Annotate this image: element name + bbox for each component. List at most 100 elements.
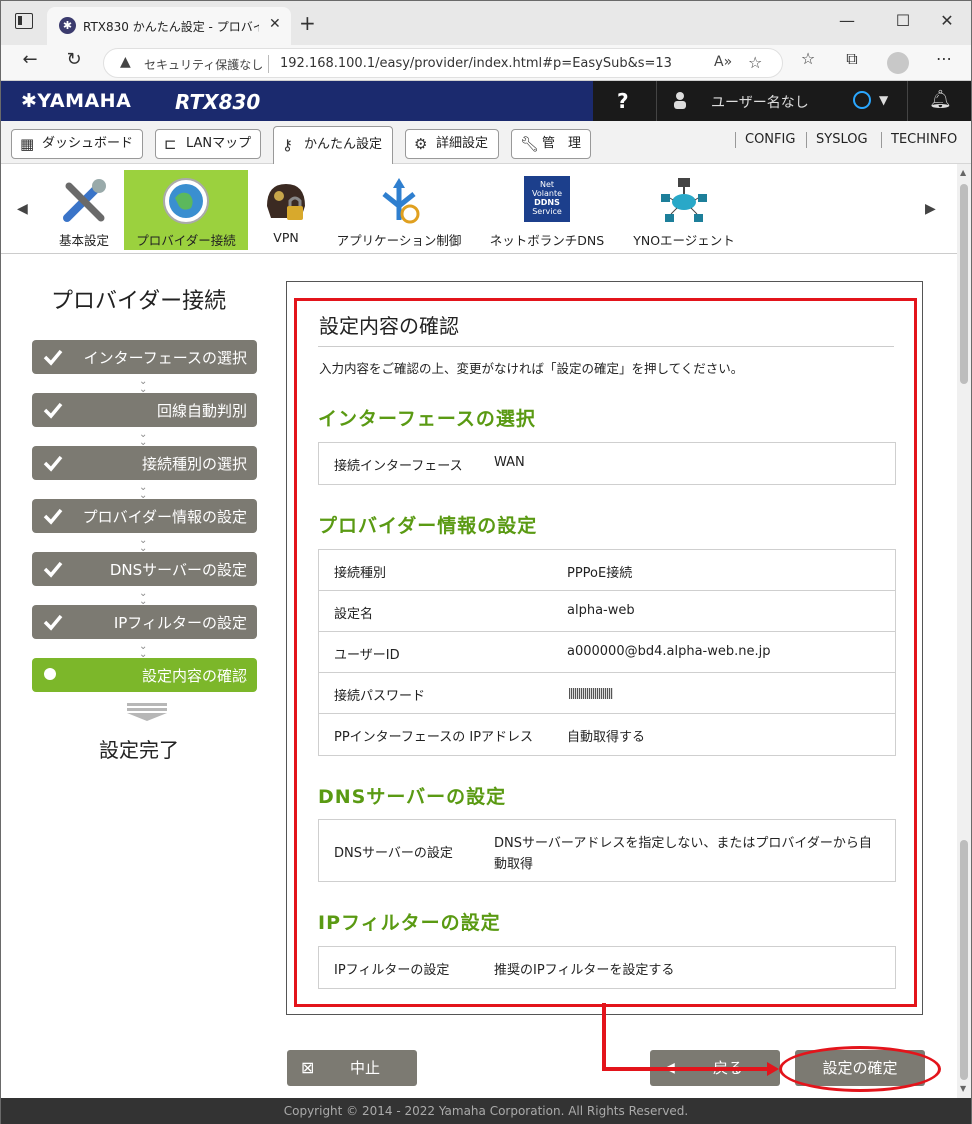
config-link[interactable]: CONFIG bbox=[745, 132, 795, 147]
tab-title: RTX830 かんたん設定 - プロバイダー接 bbox=[83, 20, 259, 34]
scroll-left-icon[interactable]: ◀ bbox=[17, 201, 28, 217]
new-tab-icon[interactable]: + bbox=[299, 11, 316, 35]
table-row: 接続インターフェース WAN bbox=[319, 443, 895, 484]
table-row: 設定名 alpha-web bbox=[319, 591, 895, 632]
annotation-arrow bbox=[602, 1003, 779, 1076]
collections-icon[interactable]: ⧉ bbox=[839, 49, 865, 69]
minimize-icon[interactable]: — bbox=[837, 11, 857, 30]
category-label: VPN bbox=[273, 230, 299, 245]
table-row: 接続種別 PPPoE接続 bbox=[319, 550, 895, 591]
key-wrench-icon: ⚷ bbox=[282, 136, 293, 154]
check-icon bbox=[43, 349, 63, 366]
step-item: IPフィルターの設定 bbox=[32, 605, 257, 639]
steps-title: プロバイダー接続 bbox=[51, 289, 227, 314]
scroll-down-icon[interactable]: ▼ bbox=[960, 1084, 966, 1093]
category-basic-settings[interactable]: 基本設定 bbox=[47, 170, 121, 250]
tab-label: ダッシュボード bbox=[42, 136, 134, 151]
step-label: インターフェースの選択 bbox=[83, 349, 247, 367]
copyright-footer: Copyright © 2014 - 2022 Yamaha Corporati… bbox=[1, 1098, 971, 1124]
profile-avatar[interactable] bbox=[887, 52, 909, 74]
tab-label: かんたん設定 bbox=[304, 137, 383, 152]
setting-value: PPPoE接続 bbox=[567, 566, 633, 581]
syslog-link[interactable]: SYSLOG bbox=[816, 132, 868, 147]
step-label: IPフィルターの設定 bbox=[113, 614, 247, 632]
tab-lan-map[interactable]: ⊏ LANマップ bbox=[155, 129, 261, 159]
user-name[interactable]: ユーザー名なし bbox=[711, 92, 809, 112]
cancel-button[interactable]: ⊠ 中止 bbox=[287, 1050, 417, 1086]
category-application-control[interactable]: アプリケーション制御 bbox=[331, 170, 467, 250]
step-label: DNSサーバーの設定 bbox=[109, 561, 247, 579]
setting-value: alpha-web bbox=[567, 603, 635, 618]
category-netvolante-dns[interactable]: Net Volante DDNS Service ネットボランチDNS bbox=[483, 170, 611, 250]
address-bar[interactable]: ▲ セキュリティ保護なし 192.168.100.1/easy/provider… bbox=[103, 48, 783, 78]
scroll-right-icon[interactable]: ▶ bbox=[925, 201, 936, 217]
setting-value: 動取得 bbox=[494, 857, 534, 872]
url-text: 192.168.100.1/easy/provider/index.html#p… bbox=[280, 56, 672, 71]
help-icon[interactable]: ? bbox=[617, 89, 629, 113]
category-label: アプリケーション制御 bbox=[336, 233, 462, 248]
step-item: インターフェースの選択 bbox=[32, 340, 257, 374]
chevron-down-icon: ⌄ ⌄ bbox=[139, 641, 148, 660]
back-nav-icon[interactable]: ← bbox=[17, 49, 43, 70]
gear-icon: ⚙ bbox=[414, 135, 428, 153]
setting-key: 接続パスワード bbox=[334, 689, 426, 704]
table-row: DNSサーバーの設定 DNSサーバーアドレスを指定しない、またはプロバイダーから… bbox=[319, 820, 895, 881]
link-divider bbox=[881, 132, 882, 148]
setting-key: 設定名 bbox=[334, 607, 374, 622]
step-item-current: 設定内容の確認 bbox=[32, 658, 257, 692]
browser-tab-strip: ✱ RTX830 かんたん設定 - プロバイダー接 ✕ + — ☐ ✕ bbox=[1, 1, 971, 45]
tab-close-icon[interactable]: ✕ bbox=[269, 16, 281, 32]
masked-password bbox=[569, 688, 613, 699]
settings-table: IPフィルターの設定 推奨のIPフィルターを設定する bbox=[318, 946, 896, 989]
status-ring-icon[interactable] bbox=[853, 91, 871, 109]
favorites-icon[interactable]: ☆ bbox=[795, 49, 821, 68]
category-icon-row: 基本設定 プロバイダー接続 VPN アプリケーション制御 Net Volante… bbox=[1, 164, 957, 254]
step-label: プロバイダー情報の設定 bbox=[82, 508, 247, 526]
header-divider bbox=[907, 81, 908, 121]
table-row: 接続パスワード bbox=[319, 673, 895, 714]
lan-map-icon: ⊏ bbox=[164, 135, 177, 153]
section-heading: インターフェースの選択 bbox=[318, 408, 536, 430]
setting-value: 推奨のIPフィルターを設定する bbox=[494, 963, 675, 978]
chevron-down-icon: ⌄ ⌄ bbox=[139, 482, 148, 501]
settings-table: 接続種別 PPPoE接続 設定名 alpha-web ユーザーID a00000… bbox=[318, 549, 896, 756]
window-close-icon[interactable]: ✕ bbox=[937, 11, 957, 30]
tab-easy-setup[interactable]: ⚷ かんたん設定 bbox=[273, 126, 393, 164]
more-menu-icon[interactable]: ⋯ bbox=[931, 49, 957, 68]
tab-advanced-settings[interactable]: ⚙ 詳細設定 bbox=[405, 129, 499, 159]
check-icon bbox=[43, 614, 63, 631]
category-label: プロバイダー接続 bbox=[136, 233, 236, 248]
settings-table: 接続インターフェース WAN bbox=[318, 442, 896, 485]
category-vpn[interactable]: VPN bbox=[255, 170, 317, 250]
category-yno-agent[interactable]: YNOエージェント bbox=[625, 170, 743, 250]
category-label: 基本設定 bbox=[58, 233, 109, 248]
chevron-down-icon[interactable]: ▼ bbox=[879, 93, 888, 107]
techinfo-link[interactable]: TECHINFO bbox=[891, 132, 957, 147]
scrollbar-thumb[interactable] bbox=[960, 184, 968, 384]
scrollbar-thumb[interactable] bbox=[960, 840, 968, 1080]
check-icon bbox=[43, 402, 63, 419]
ddns-art-text: DDNS bbox=[534, 198, 560, 207]
page-scrollbar[interactable]: ▲ ▼ bbox=[957, 164, 971, 1098]
warning-icon: ▲ bbox=[120, 54, 131, 70]
tab-actions-icon[interactable] bbox=[15, 13, 33, 29]
globe-icon bbox=[163, 178, 209, 224]
bell-icon[interactable]: 🔔︎ bbox=[929, 89, 952, 110]
network-agent-icon bbox=[661, 178, 707, 222]
tab-dashboard[interactable]: ▦ ダッシュボード bbox=[11, 129, 143, 159]
category-provider-connection[interactable]: プロバイダー接続 bbox=[124, 170, 248, 250]
tab-management[interactable]: 🔧︎ 管 理 bbox=[511, 129, 591, 159]
add-favorite-icon[interactable]: ☆ bbox=[748, 53, 762, 72]
reload-icon[interactable]: ↻ bbox=[61, 49, 87, 70]
application-control-icon bbox=[382, 178, 420, 224]
page-title: 設定内容の確認 bbox=[319, 314, 459, 338]
setting-key: ユーザーID bbox=[334, 648, 400, 663]
maximize-icon[interactable]: ☐ bbox=[893, 11, 913, 30]
security-label: セキュリティ保護なし bbox=[144, 58, 264, 72]
check-icon bbox=[43, 561, 63, 578]
setting-value: a000000@bd4.alpha-web.ne.jp bbox=[567, 644, 771, 659]
read-aloud-icon[interactable]: A» bbox=[714, 54, 732, 70]
browser-tab[interactable]: ✱ RTX830 かんたん設定 - プロバイダー接 ✕ bbox=[47, 7, 291, 45]
scroll-up-icon[interactable]: ▲ bbox=[960, 168, 966, 177]
setting-key: IPフィルターの設定 bbox=[334, 963, 450, 978]
